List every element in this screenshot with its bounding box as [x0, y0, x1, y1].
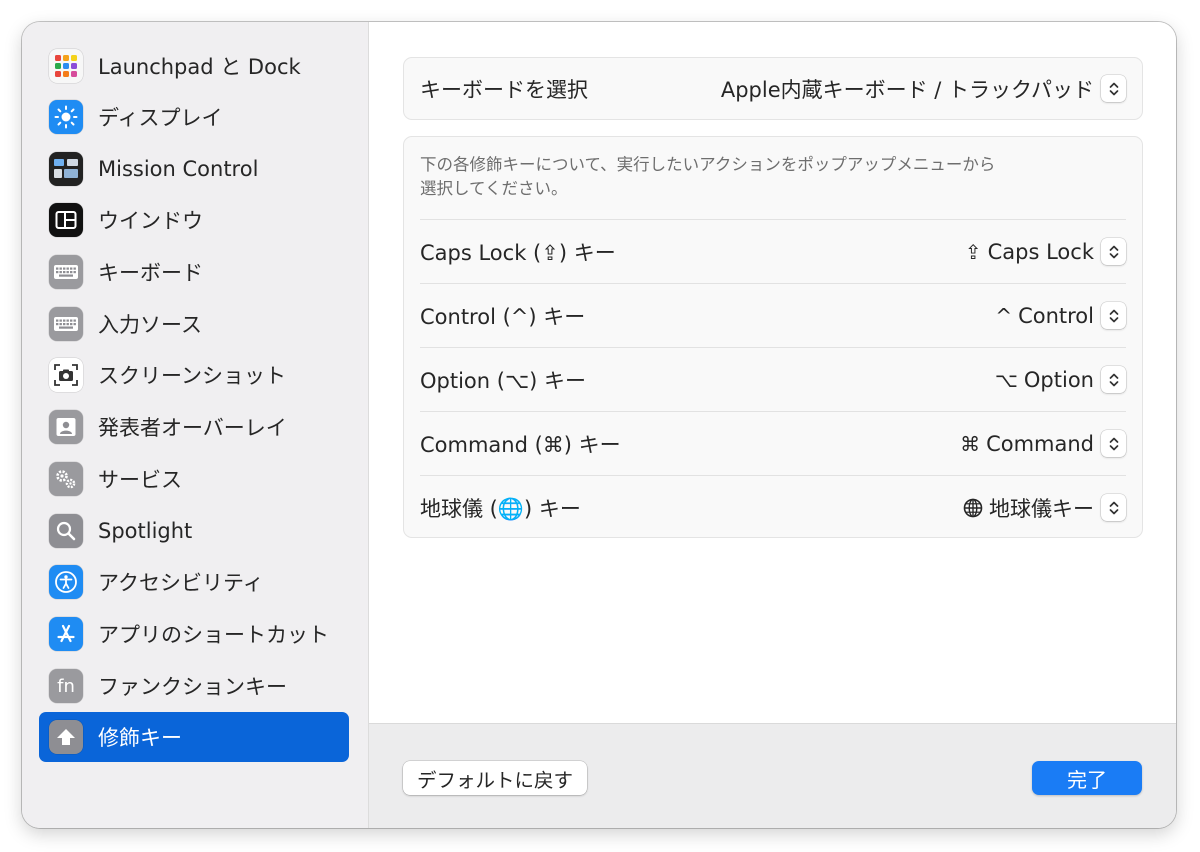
accessibility-icon — [49, 565, 83, 599]
settings-window: Launchpad と Dock ディスプレイ Mission Control … — [22, 22, 1176, 828]
presenter-overlay-icon — [49, 410, 83, 444]
main-pane: キーボードを選択 Apple内蔵キーボード / トラックパッド 下の各修飾キーに… — [369, 22, 1176, 723]
modifier-description: 下の各修飾キーについて、実行したいアクションをポップアップメニューから 選択して… — [420, 153, 1060, 201]
keyboard-select-label: キーボードを選択 — [420, 77, 588, 102]
sidebar-item-modifier-keys[interactable]: 修飾キー — [39, 712, 349, 762]
option-value: Option — [1023, 367, 1094, 392]
sidebar-item-keyboard[interactable]: キーボード — [39, 247, 349, 297]
keyboard-select-value: Apple内蔵キーボード / トラックパッド — [720, 77, 1094, 102]
done-button[interactable]: 完了 — [1032, 761, 1142, 795]
option-symbol-icon: ⌥ — [994, 367, 1018, 392]
sidebar-item-input-sources[interactable]: 入力ソース — [39, 299, 349, 349]
sidebar-item-label: 修飾キー — [98, 726, 182, 750]
globe-popup[interactable]: 地球儀キー — [963, 493, 1126, 523]
launchpad-dock-icon — [49, 49, 83, 83]
modifier-row-globe: 地球儀 (🌐) キー 地球儀キー — [420, 475, 1126, 539]
chevron-updown-icon — [1101, 430, 1126, 457]
sidebar-item-presenter-overlay[interactable]: 発表者オーバーレイ — [39, 402, 349, 452]
sidebar-item-app-shortcuts[interactable]: アプリのショートカット — [39, 609, 349, 659]
caps-lock-symbol-icon: ⇪ — [964, 239, 982, 264]
sidebar-item-function-keys[interactable]: fn ファンクションキー — [39, 661, 349, 711]
sidebar-item-label: ファンクションキー — [98, 675, 287, 699]
command-popup[interactable]: ⌘ Command — [960, 430, 1126, 457]
description-line: 選択してください。 — [420, 179, 568, 198]
sidebar-item-label: アプリのショートカット — [98, 623, 329, 647]
keyboard-select-row: キーボードを選択 Apple内蔵キーボード / トラックパッド — [420, 58, 1126, 119]
caps-lock-popup[interactable]: ⇪ Caps Lock — [965, 238, 1126, 265]
sidebar-item-launchpad-dock[interactable]: Launchpad と Dock — [39, 41, 349, 91]
restore-defaults-button[interactable]: デフォルトに戻す — [403, 761, 588, 795]
control-value: Control — [1018, 303, 1094, 328]
sidebar-item-window[interactable]: ウインドウ — [39, 195, 349, 245]
chevron-updown-icon — [1101, 302, 1126, 329]
modifier-row-label: Caps Lock (⇪) キー — [420, 240, 616, 265]
window-icon — [49, 203, 83, 237]
sidebar-item-label: アクセシビリティ — [98, 571, 264, 595]
chevron-updown-icon — [1101, 494, 1126, 521]
keyboard-select-popup[interactable]: Apple内蔵キーボード / トラックパッド — [721, 74, 1126, 104]
sheet-footer: デフォルトに戻す 完了 — [369, 723, 1176, 828]
globe-icon — [963, 498, 983, 518]
modifier-row-command: Command (⌘) キー ⌘ Command — [420, 411, 1126, 475]
sidebar-item-label: スクリーンショット — [98, 364, 286, 388]
sidebar-item-label: Spotlight — [98, 519, 193, 543]
chevron-updown-icon — [1101, 75, 1126, 102]
sidebar-item-services[interactable]: サービス — [39, 454, 349, 504]
sidebar-item-spotlight[interactable]: Spotlight — [39, 506, 349, 556]
chevron-updown-icon — [1101, 366, 1126, 393]
modifier-row-option: Option (⌥) キー ⌥ Option — [420, 347, 1126, 411]
screenshot-icon — [49, 358, 83, 392]
sidebar-item-mission-control[interactable]: Mission Control — [39, 144, 349, 194]
modifier-row-caps-lock: Caps Lock (⇪) キー ⇪ Caps Lock — [420, 219, 1126, 283]
spotlight-icon — [49, 514, 83, 548]
control-symbol-icon: ^ — [995, 303, 1013, 328]
sidebar-item-label: ウインドウ — [98, 209, 203, 233]
modifier-row-label: Option (⌥) キー — [420, 368, 587, 393]
sidebar-item-label: ディスプレイ — [98, 106, 223, 130]
sidebar-item-label: サービス — [98, 468, 182, 492]
control-popup[interactable]: ^ Control — [995, 302, 1126, 329]
modifier-keys-card: 下の各修飾キーについて、実行したいアクションをポップアップメニューから 選択して… — [403, 136, 1143, 538]
display-icon — [49, 100, 83, 134]
app-shortcuts-icon — [49, 617, 83, 651]
sidebar-item-label: Launchpad と Dock — [98, 55, 301, 79]
sidebar: Launchpad と Dock ディスプレイ Mission Control … — [22, 22, 369, 828]
option-popup[interactable]: ⌥ Option — [995, 366, 1126, 393]
modifier-keys-icon — [49, 720, 83, 754]
sidebar-item-label: 発表者オーバーレイ — [98, 416, 287, 440]
chevron-updown-icon — [1101, 238, 1126, 265]
modifier-row-control: Control (^) キー ^ Control — [420, 283, 1126, 347]
modifier-row-label: Control (^) キー — [420, 304, 586, 329]
sidebar-item-display[interactable]: ディスプレイ — [39, 92, 349, 142]
sidebar-item-label: 入力ソース — [98, 313, 202, 337]
input-sources-icon — [49, 307, 83, 341]
keyboard-icon — [49, 255, 83, 289]
globe-value: 地球儀キー — [989, 496, 1094, 521]
description-line: 下の各修飾キーについて、実行したいアクションをポップアップメニューから — [420, 155, 996, 174]
sidebar-item-label: キーボード — [98, 261, 203, 285]
function-keys-icon: fn — [49, 669, 83, 703]
modifier-row-label: Command (⌘) キー — [420, 432, 621, 457]
sidebar-item-screenshot[interactable]: スクリーンショット — [39, 350, 349, 400]
sidebar-item-label: Mission Control — [98, 157, 259, 181]
sidebar-item-accessibility[interactable]: アクセシビリティ — [39, 557, 349, 607]
command-value: Command — [986, 431, 1094, 456]
mission-control-icon — [49, 152, 83, 186]
services-icon — [49, 462, 83, 496]
modifier-row-label: 地球儀 (🌐) キー — [420, 496, 581, 521]
caps-lock-value: Caps Lock — [987, 239, 1094, 264]
keyboard-select-card: キーボードを選択 Apple内蔵キーボード / トラックパッド — [403, 57, 1143, 120]
command-symbol-icon: ⌘ — [960, 431, 981, 456]
